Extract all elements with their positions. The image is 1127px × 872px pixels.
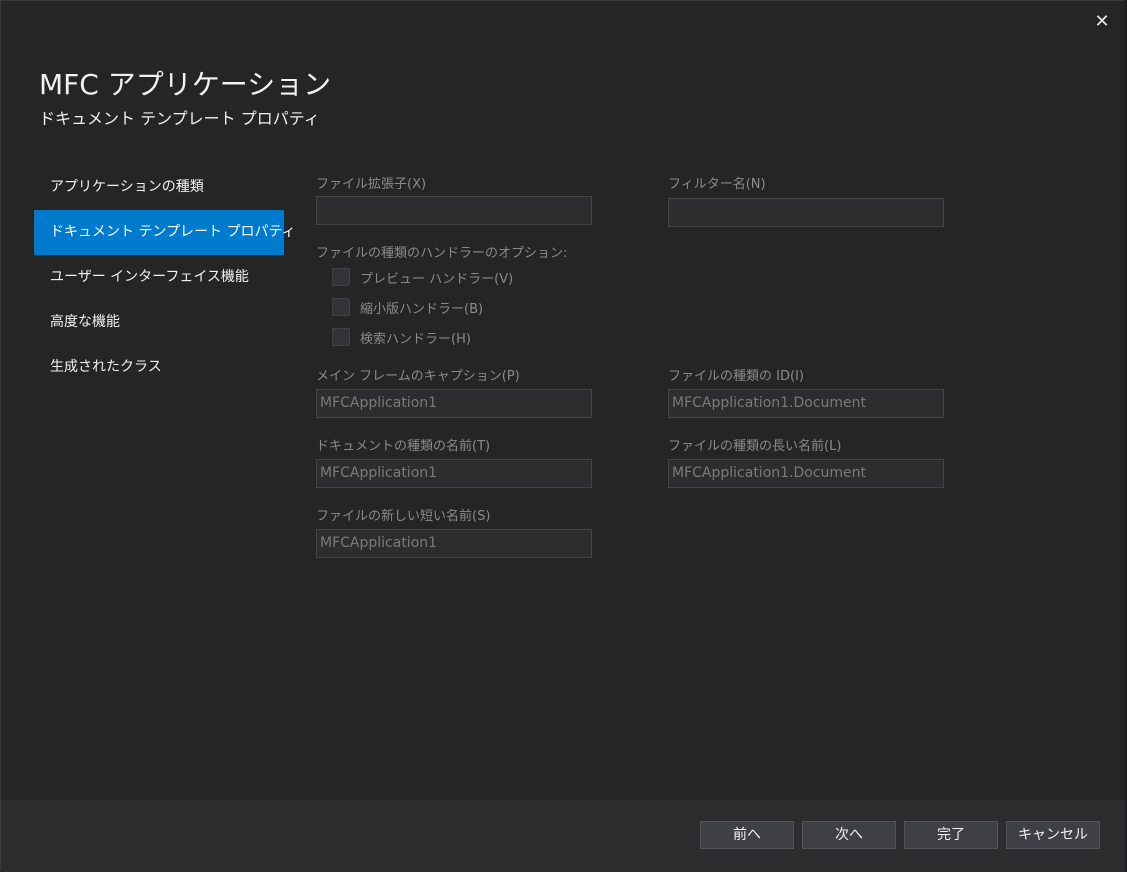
nav-item-document-template-properties[interactable]: ドキュメント テンプレート プロパティ [34,210,296,255]
nav-item-generated-classes[interactable]: 生成されたクラス [34,345,284,390]
file-type-long-name-label: ファイルの種類の長い名前(L) [668,439,842,454]
main-frame-caption-input[interactable]: MFCApplication1 [316,389,592,418]
filter-name-input[interactable] [668,198,944,227]
handler-options-label: ファイルの種類のハンドラーのオプション: [316,246,568,261]
cancel-button[interactable]: キャンセル [1006,821,1100,849]
file-extension-input[interactable] [316,196,592,225]
wizard-nav: アプリケーションの種類 ドキュメント テンプレート プロパティ ユーザー インタ… [34,165,296,390]
search-handler-label: 検索ハンドラー(H) [360,331,471,347]
thumbnail-handler-label: 縮小版ハンドラー(B) [360,301,484,317]
dialog-title: MFC アプリケーション [39,68,332,101]
preview-handler-label: プレビュー ハンドラー(V) [360,271,514,287]
next-button[interactable]: 次へ [802,821,896,849]
nav-item-user-interface-features[interactable]: ユーザー インターフェイス機能 [34,255,284,300]
nav-item-advanced-features[interactable]: 高度な機能 [34,300,284,345]
file-type-id-input[interactable]: MFCApplication1.Document [668,389,944,418]
thumbnail-handler-checkbox[interactable]: 縮小版ハンドラー(B) [332,296,483,318]
file-new-short-name-input[interactable]: MFCApplication1 [316,529,592,558]
main-frame-caption-label: メイン フレームのキャプション(P) [316,369,520,384]
close-icon[interactable]: ✕ [1091,11,1113,33]
checkbox-box[interactable] [332,328,350,346]
dialog-footer: 前へ 次へ 完了 キャンセル [1,800,1125,872]
file-type-long-name-input[interactable]: MFCApplication1.Document [668,459,944,488]
doc-type-name-label: ドキュメントの種類の名前(T) [316,439,491,454]
preview-handler-checkbox[interactable]: プレビュー ハンドラー(V) [332,266,513,288]
nav-item-application-type[interactable]: アプリケーションの種類 [34,165,284,210]
checkbox-box[interactable] [332,298,350,316]
mfc-wizard-dialog: ✕ MFC アプリケーション ドキュメント テンプレート プロパティ アプリケー… [0,0,1125,872]
checkbox-box[interactable] [332,268,350,286]
file-extension-label: ファイル拡張子(X) [316,177,427,192]
finish-button[interactable]: 完了 [904,821,998,849]
back-button[interactable]: 前へ [700,821,794,849]
search-handler-checkbox[interactable]: 検索ハンドラー(H) [332,326,471,348]
doc-type-name-input[interactable]: MFCApplication1 [316,459,592,488]
file-new-short-name-label: ファイルの新しい短い名前(S) [316,509,491,524]
filter-name-label: フィルター名(N) [668,177,766,192]
file-type-id-label: ファイルの種類の ID(I) [668,369,804,384]
dialog-subtitle: ドキュメント テンプレート プロパティ [39,109,320,128]
